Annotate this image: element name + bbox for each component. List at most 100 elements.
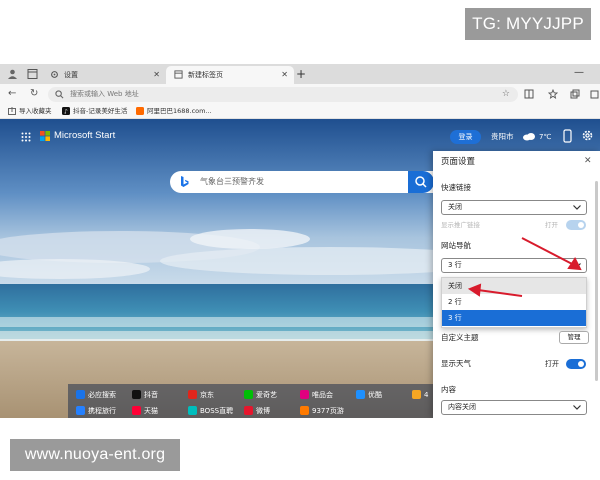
show-weather-state: 打开: [545, 360, 559, 368]
tab-label: 设置: [64, 71, 78, 79]
login-button[interactable]: 登录: [450, 130, 481, 144]
close-icon[interactable]: ✕: [281, 66, 288, 84]
screenshot-stage: TG: MYYJJPP 设置 ✕ 新建标签页 ✕ + — ← ↻ 搜索或输入 W…: [0, 0, 600, 480]
fav-import[interactable]: 导入收藏夹: [8, 104, 52, 118]
svg-text:♪: ♪: [64, 109, 68, 116]
settings-gear-icon[interactable]: [581, 129, 594, 142]
page-settings-panel: 页面设置 ✕ 快速链接 关闭 显示推广链接 打开 网站导航 3 行 关闭 2 行…: [433, 151, 600, 418]
quick-links-heading: 快速链接: [441, 183, 471, 192]
quick-links-bar: 必应搜索 抖音 京东 爱奇艺 唯品会 优酷 4 携程旅行 天猫 BOSS直聘 微博 9377页游: [68, 384, 434, 418]
quick-link-icon: [244, 406, 253, 415]
site-nav-heading: 网站导航: [441, 241, 471, 250]
quick-link-icon: [244, 390, 253, 399]
show-weather-label: 显示天气: [441, 359, 471, 368]
fav-douyin[interactable]: ♪ 抖音-记录美好生活: [62, 104, 128, 118]
show-weather-toggle[interactable]: [566, 359, 586, 369]
fav-label: 阿里巴巴1688.com...: [147, 107, 212, 115]
quick-link-label: BOSS直聘: [200, 407, 234, 415]
quick-link-label: 9377页游: [312, 407, 344, 415]
douyin-icon: ♪: [62, 107, 70, 115]
dropdown-option-selected[interactable]: 3 行: [442, 310, 586, 326]
quick-link-icon: [132, 406, 141, 415]
favorites-icon[interactable]: [548, 89, 558, 99]
alibaba-icon: [136, 107, 144, 115]
tab-new-tab[interactable]: 新建标签页 ✕: [166, 66, 294, 84]
quick-link-icon: [356, 390, 365, 399]
search-box[interactable]: 气象台三预警齐发: [170, 171, 434, 193]
site-nav-select[interactable]: 3 行: [441, 258, 587, 273]
minimize-icon[interactable]: —: [574, 66, 584, 80]
phone-icon[interactable]: [563, 129, 572, 143]
favorite-star-icon[interactable]: ☆: [502, 87, 510, 102]
show-promoted-state: 打开: [545, 221, 558, 229]
quick-link-label: 抖音: [144, 391, 158, 399]
collections-icon[interactable]: [570, 89, 580, 99]
address-bar-row: ← ↻ 搜索或输入 Web 地址 ☆: [0, 84, 600, 104]
tab-strip: 设置 ✕ 新建标签页 ✕ + —: [0, 64, 600, 84]
quick-link-icon: [412, 390, 421, 399]
select-value: 关闭: [448, 203, 462, 211]
quick-link-label: 4: [424, 391, 429, 399]
back-icon[interactable]: ←: [8, 87, 16, 101]
split-screen-icon[interactable]: [524, 89, 534, 99]
site-nav-dropdown: 关闭 2 行 3 行: [441, 277, 587, 328]
quick-link-label: 优酷: [368, 391, 382, 399]
quick-link-icon: [76, 406, 85, 415]
quick-link-label: 携程旅行: [88, 407, 116, 415]
tab-settings[interactable]: 设置 ✕: [42, 66, 166, 84]
weather-city[interactable]: 贵阳市: [491, 129, 514, 145]
select-value: 3 行: [448, 261, 462, 269]
quick-link-icon: [76, 390, 85, 399]
chevron-down-icon: [573, 405, 581, 410]
dropdown-option[interactable]: 2 行: [442, 294, 586, 310]
bing-icon: [181, 176, 189, 187]
import-icon: [8, 107, 16, 115]
app-launcher-icon[interactable]: [21, 132, 31, 142]
quick-link-label: 天猫: [144, 407, 158, 415]
manage-button[interactable]: 管理: [559, 331, 589, 344]
search-button[interactable]: [408, 171, 434, 193]
close-icon[interactable]: ✕: [584, 155, 592, 167]
address-bar[interactable]: 搜索或输入 Web 地址 ☆: [48, 87, 518, 102]
profile-icon[interactable]: [6, 68, 19, 80]
fav-label: 导入收藏夹: [19, 107, 52, 115]
quick-link-label: 必应搜索: [88, 391, 116, 399]
search-icon: [415, 176, 427, 188]
tab-label: 新建标签页: [188, 71, 223, 79]
close-icon[interactable]: ✕: [153, 66, 160, 84]
fav-label: 抖音-记录美好生活: [73, 107, 128, 115]
quick-link-label: 唯品会: [312, 391, 333, 399]
quick-link-label: 爱奇艺: [256, 391, 277, 399]
quick-links-select[interactable]: 关闭: [441, 200, 587, 215]
select-value: 内容关闭: [448, 403, 476, 411]
fav-1688[interactable]: 阿里巴巴1688.com...: [136, 104, 212, 118]
show-promoted-label: 显示推广链接: [441, 221, 480, 229]
new-tab-page-icon: [174, 70, 183, 79]
cloud-icon[interactable]: [522, 132, 536, 141]
gear-icon: [51, 71, 58, 78]
refresh-icon[interactable]: ↻: [30, 87, 38, 101]
new-tab-button[interactable]: +: [296, 66, 306, 82]
brand-title[interactable]: Microsoft Start: [54, 128, 115, 144]
custom-theme-label: 自定义主题: [441, 333, 479, 342]
quick-link-label: 京东: [200, 391, 214, 399]
dropdown-option[interactable]: 关闭: [442, 278, 586, 294]
address-placeholder: 搜索或输入 Web 地址: [70, 90, 139, 98]
tab-actions-icon[interactable]: [26, 68, 39, 80]
watermark-top: TG: MYYJJPP: [465, 8, 591, 40]
quick-link-icon: [300, 406, 309, 415]
microsoft-logo-icon: [40, 131, 50, 141]
show-promoted-toggle[interactable]: [566, 220, 586, 230]
panel-scrollbar[interactable]: [595, 181, 598, 381]
content-select[interactable]: 内容关闭: [441, 400, 587, 415]
extensions-icon[interactable]: [590, 89, 600, 99]
search-placeholder: 气象台三预警齐发: [200, 177, 264, 186]
quick-link-icon: [188, 406, 197, 415]
panel-title: 页面设置: [441, 157, 476, 167]
browser-window: 设置 ✕ 新建标签页 ✕ + — ← ↻ 搜索或输入 Web 地址 ☆ 导入收藏…: [0, 64, 600, 418]
chevron-down-icon: [573, 263, 581, 268]
quick-link-icon: [300, 390, 309, 399]
chevron-down-icon: [573, 205, 581, 210]
weather-temperature[interactable]: 7℃: [539, 129, 551, 145]
watermark-bottom: www.nuoya-ent.org: [10, 439, 180, 471]
